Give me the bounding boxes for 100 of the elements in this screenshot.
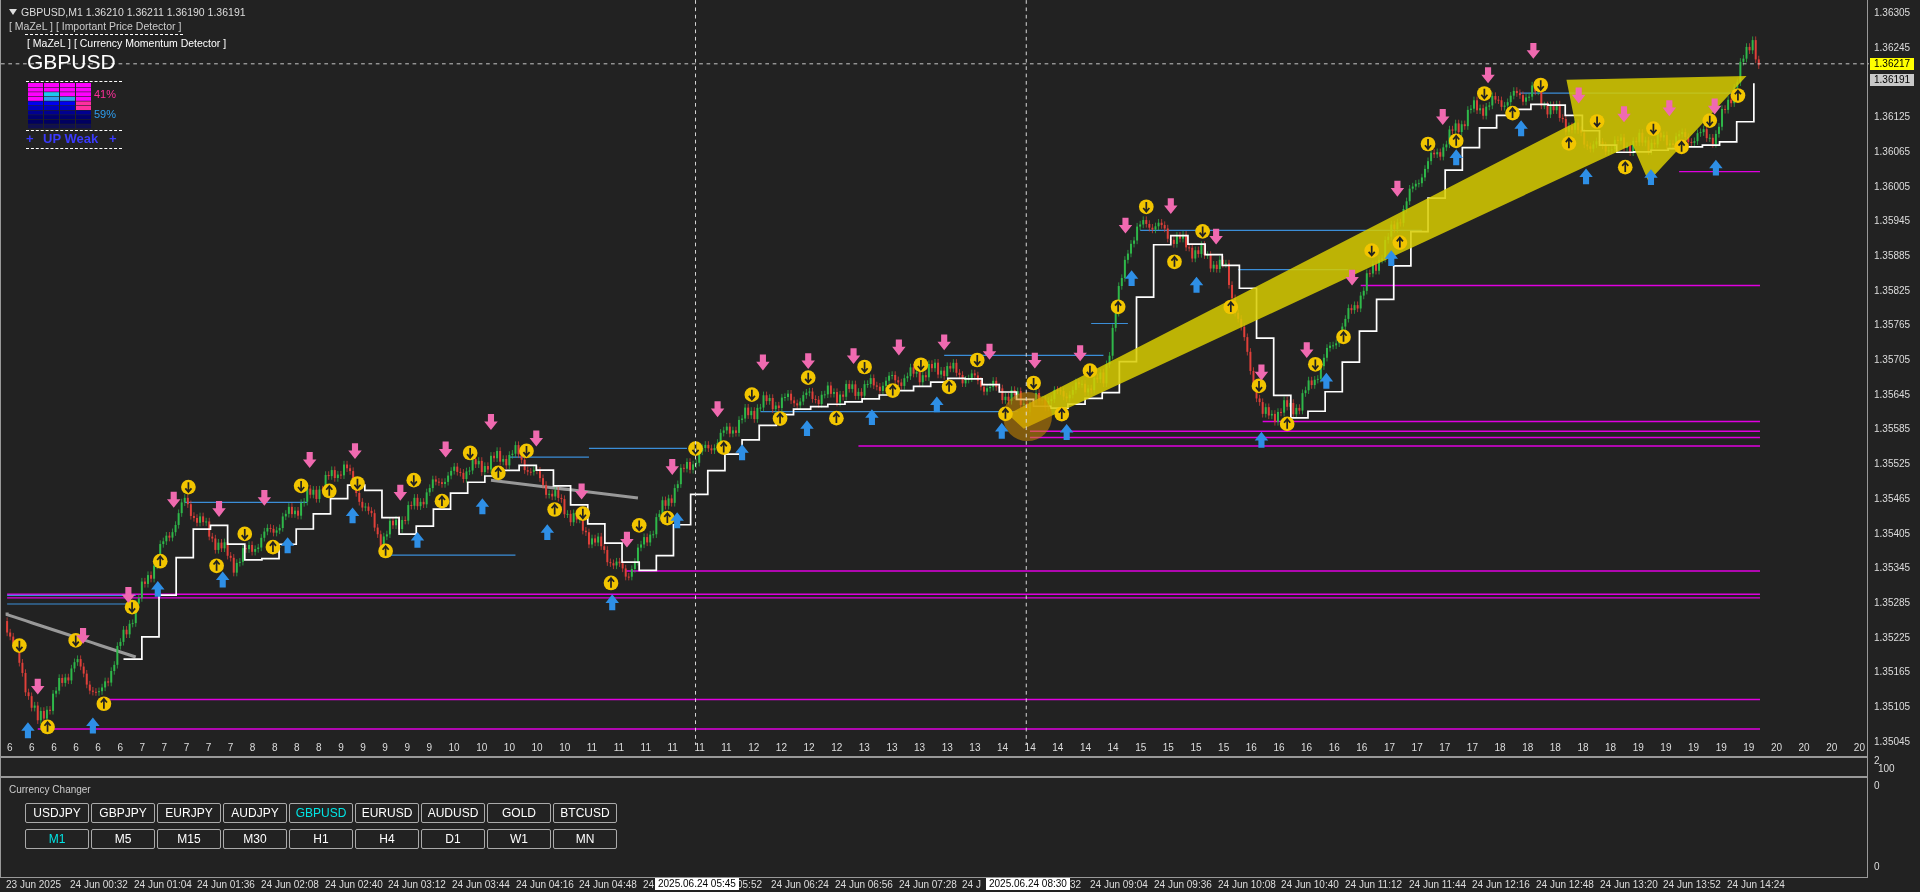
hour-mark: 13	[969, 741, 981, 755]
price-label: 1.35225	[1874, 631, 1911, 644]
hour-mark: 20	[1853, 741, 1865, 755]
signal-marker	[998, 406, 1013, 422]
hour-mark: 15	[1218, 741, 1230, 755]
up-arrow-icon	[800, 420, 814, 437]
signal-marker	[660, 510, 675, 526]
symbol-button[interactable]: EURUSD	[355, 803, 419, 823]
hour-mark: 9	[382, 741, 388, 755]
up-arrow-icon	[21, 722, 35, 739]
signal-marker	[1561, 136, 1577, 151]
signal-marker	[209, 558, 224, 574]
hour-mark: 9	[338, 741, 344, 755]
time-label: 24 Jun 11:12	[1345, 879, 1403, 891]
up-arrow-icon	[410, 531, 425, 548]
down-arrow-icon	[1436, 109, 1450, 125]
axis-label: 0	[1874, 780, 1880, 792]
price-label: 1.35345	[1874, 562, 1911, 575]
down-arrow-icon	[665, 458, 679, 475]
hour-mark: 20	[1826, 741, 1838, 755]
price-label: 1.36245	[1874, 41, 1911, 54]
price-label: 1.35765	[1874, 319, 1911, 332]
signal-marker	[96, 696, 112, 712]
symbol-button[interactable]: USDJPY	[25, 803, 89, 823]
hour-mark: 12	[775, 741, 787, 755]
time-label: 24 Jun 13:52	[1663, 879, 1721, 891]
indicator-name: [ MaZeL ] [ Currency Momentum Detector ]	[27, 37, 227, 49]
up-arrow-icon	[735, 444, 749, 461]
down-arrow-icon	[1617, 106, 1631, 123]
up-arrow-icon	[1709, 159, 1723, 176]
signal-marker	[1026, 375, 1041, 391]
signal-marker	[1533, 77, 1549, 93]
signal-marker	[688, 441, 703, 456]
up-arrow-icon	[475, 498, 490, 515]
price-label: 1.35645	[1874, 388, 1911, 401]
hour-mark: 9	[404, 741, 410, 755]
price-label: 1.35465	[1874, 492, 1911, 505]
up-arrow-icon	[540, 524, 555, 541]
hour-mark: 6	[95, 741, 101, 755]
timeframe-button[interactable]: M30	[223, 829, 287, 849]
hour-mark: 10	[448, 741, 460, 755]
time-label: 24 Jun 09:04	[1090, 879, 1148, 891]
symbol-button[interactable]: AUDJPY	[223, 803, 287, 823]
signal-marker	[969, 352, 985, 368]
up-arrow-icon	[151, 580, 165, 597]
down-arrow-icon	[1481, 67, 1495, 84]
hour-mark: 16	[1328, 741, 1340, 755]
hour-mark: 11	[721, 741, 732, 755]
timeframe-button[interactable]: D1	[421, 829, 485, 849]
time-label: 24 Jun 12:48	[1536, 879, 1594, 891]
hour-mark: 7	[227, 741, 234, 755]
up-arrow-icon	[605, 594, 619, 611]
signal-marker	[1054, 406, 1070, 422]
down-arrow-icon	[393, 484, 408, 501]
time-label: 24 Jun 03:44	[452, 879, 510, 891]
hour-mark: 15	[1190, 741, 1202, 755]
signal-marker	[124, 599, 140, 615]
hour-mark: 8	[249, 741, 256, 755]
price-label: 1.35165	[1874, 666, 1911, 679]
symbol-button[interactable]: GOLD	[487, 803, 551, 823]
hour-mark: 7	[183, 741, 190, 755]
signal-marker	[800, 370, 816, 385]
price-label: 1.36005	[1874, 180, 1911, 193]
timeframe-button[interactable]: M5	[91, 829, 155, 849]
price-label: 1.36065	[1874, 145, 1911, 158]
symbol-button[interactable]: AUDUSD	[421, 803, 485, 823]
down-arrow-icon	[1028, 352, 1042, 369]
signal-marker	[462, 445, 478, 461]
symbol-button[interactable]: BTCUSD	[553, 803, 617, 823]
symbol-button[interactable]: GBPJPY	[91, 803, 155, 823]
collapse-icon[interactable]	[9, 9, 17, 15]
signal-marker	[1617, 159, 1633, 175]
timeframe-button[interactable]: H4	[355, 829, 419, 849]
timeframe-button[interactable]: M1	[25, 829, 89, 849]
signal-marker	[1223, 299, 1239, 315]
signal-marker	[237, 526, 253, 542]
hour-mark: 7	[139, 741, 146, 755]
signal-marker	[12, 638, 27, 653]
signal-marker	[1420, 136, 1436, 152]
signal-marker	[1674, 139, 1689, 155]
symbol-button[interactable]: GBPUSD	[289, 803, 353, 823]
timeframe-button[interactable]: H1	[289, 829, 353, 849]
timeframe-button[interactable]: M15	[157, 829, 221, 849]
up-arrow-icon	[1059, 424, 1074, 440]
down-arrow-icon	[1073, 345, 1087, 362]
signal-marker	[1702, 113, 1718, 128]
price-label: 1.35525	[1874, 458, 1911, 471]
hour-mark: 14	[1079, 741, 1091, 755]
timeframe-button[interactable]: MN	[553, 829, 617, 849]
signal-marker	[1505, 105, 1520, 121]
signal-marker	[913, 357, 929, 373]
price-label: 1.35705	[1874, 354, 1911, 366]
timeframe-button[interactable]: W1	[487, 829, 551, 849]
strength-meter-drawing	[28, 83, 92, 129]
hour-mark: 9	[360, 741, 366, 755]
up-arrow-icon	[1449, 149, 1463, 166]
hour-mark: 20	[1770, 741, 1783, 755]
hour-mark: 7	[161, 741, 168, 755]
signal-marker	[181, 479, 196, 495]
symbol-button[interactable]: EURJPY	[157, 803, 221, 823]
